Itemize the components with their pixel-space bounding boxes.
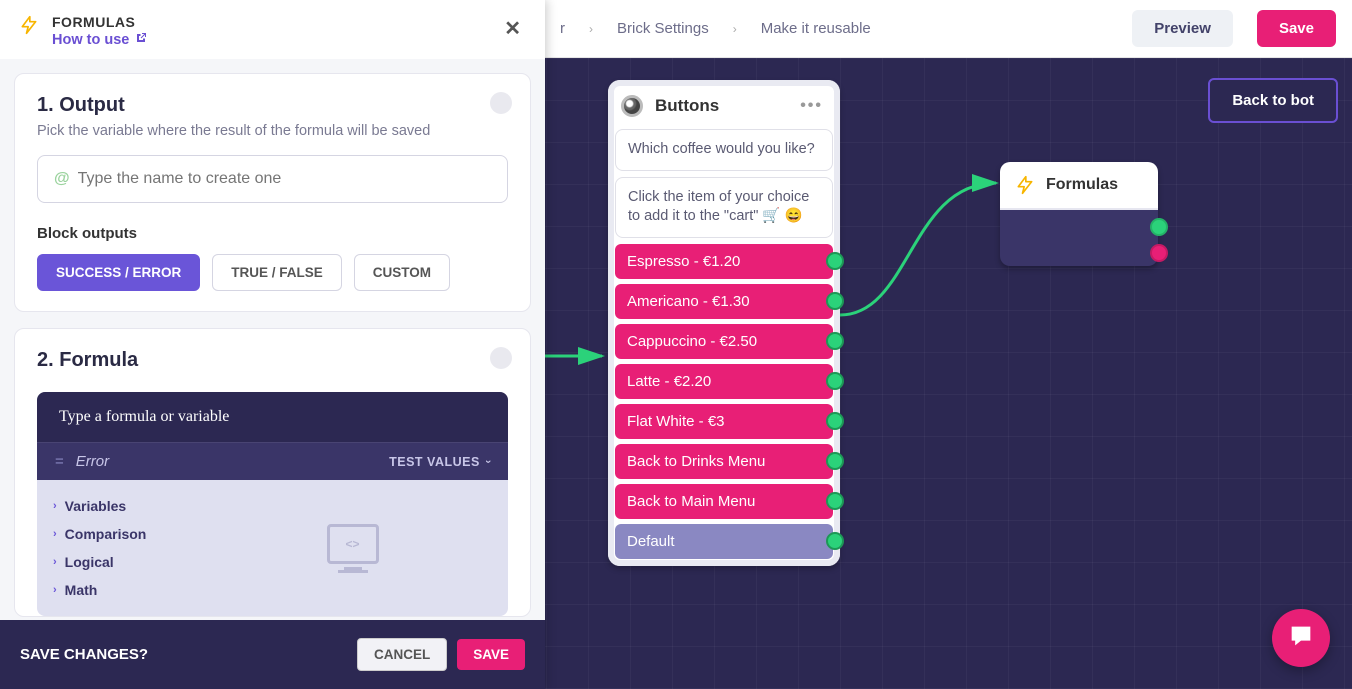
chat-fab[interactable]: [1272, 609, 1330, 667]
formula-category[interactable]: ›Comparison: [43, 520, 191, 548]
pill-success-error[interactable]: SUCCESS / ERROR: [37, 254, 200, 291]
chevron-right-icon: ›: [53, 500, 57, 512]
save-button[interactable]: Save: [1257, 10, 1336, 47]
node-title: Buttons: [655, 96, 788, 116]
section-heading: 1. Output: [37, 94, 508, 117]
output-port[interactable]: [826, 532, 844, 550]
formula-status: Error: [76, 453, 389, 470]
close-icon[interactable]: ✕: [498, 14, 527, 43]
option-button[interactable]: Americano - €1.30: [615, 284, 833, 319]
output-port-success[interactable]: [1150, 218, 1168, 236]
preview-button[interactable]: Preview: [1132, 10, 1233, 47]
block-outputs-label: Block outputs: [37, 225, 508, 242]
lightning-icon: [18, 14, 40, 36]
at-icon: @: [54, 170, 70, 188]
option-button[interactable]: Latte - €2.20: [615, 364, 833, 399]
save-button[interactable]: SAVE: [457, 639, 525, 670]
chat-icon: [1287, 622, 1315, 655]
pill-custom[interactable]: CUSTOM: [354, 254, 450, 291]
formula-category-list: ›Variables ›Comparison ›Logical ›Math: [37, 480, 197, 616]
variable-input[interactable]: @: [37, 155, 508, 203]
formula-category[interactable]: ›Logical: [43, 548, 191, 576]
output-port[interactable]: [826, 412, 844, 430]
check-circle-icon: [490, 347, 512, 369]
chevron-right-icon: ›: [53, 528, 57, 540]
output-port[interactable]: [826, 372, 844, 390]
node-buttons[interactable]: Buttons ••• Which coffee would you like?…: [608, 80, 840, 566]
pill-true-false[interactable]: TRUE / FALSE: [212, 254, 342, 291]
panel-footer: SAVE CHANGES? CANCEL SAVE: [0, 620, 545, 689]
option-button[interactable]: Espresso - €1.20: [615, 244, 833, 279]
node-formulas[interactable]: Formulas: [1000, 162, 1158, 266]
output-port[interactable]: [826, 492, 844, 510]
chevron-right-icon: ›: [53, 556, 57, 568]
output-card: 1. Output Pick the variable where the re…: [14, 73, 531, 312]
avatar-icon: [621, 95, 643, 117]
test-values-toggle[interactable]: TEST VALUES ›: [389, 455, 490, 469]
message-bubble: Which coffee would you like?: [615, 129, 833, 171]
formula-hint[interactable]: Type a formula or variable: [37, 392, 508, 442]
output-port-error[interactable]: [1150, 244, 1168, 262]
how-to-use-link[interactable]: How to use: [52, 32, 147, 48]
more-icon[interactable]: •••: [800, 97, 823, 115]
breadcrumb-item[interactable]: Brick Settings: [617, 20, 709, 37]
option-button[interactable]: Back to Drinks Menu: [615, 444, 833, 479]
formula-editor: Type a formula or variable = Error TEST …: [37, 392, 508, 616]
save-changes-label: SAVE CHANGES?: [20, 646, 347, 663]
output-port[interactable]: [826, 452, 844, 470]
cancel-button[interactable]: CANCEL: [357, 638, 447, 671]
monitor-icon: <>: [327, 524, 379, 564]
breadcrumb-item[interactable]: r: [560, 20, 565, 37]
formula-card: 2. Formula Type a formula or variable = …: [14, 328, 531, 617]
external-link-icon: [135, 32, 147, 48]
formula-category[interactable]: ›Variables: [43, 492, 191, 520]
option-button[interactable]: Flat White - €3: [615, 404, 833, 439]
option-button[interactable]: Cappuccino - €2.50: [615, 324, 833, 359]
breadcrumb-item[interactable]: Make it reusable: [761, 20, 871, 37]
variable-name-field[interactable]: [78, 170, 491, 188]
chevron-right-icon: ›: [733, 22, 737, 36]
back-to-bot-button[interactable]: Back to bot: [1208, 78, 1338, 123]
section-heading: 2. Formula: [37, 349, 508, 372]
lightning-icon: [1014, 174, 1036, 196]
formula-category[interactable]: ›Math: [43, 576, 191, 604]
output-port[interactable]: [826, 332, 844, 350]
formula-preview: <>: [197, 480, 508, 616]
option-button[interactable]: Back to Main Menu: [615, 484, 833, 519]
option-default[interactable]: Default: [615, 524, 833, 559]
chevron-right-icon: ›: [589, 22, 593, 36]
equals-icon: =: [55, 453, 64, 470]
check-circle-icon: [490, 92, 512, 114]
side-panel: FORMULAS How to use ✕ 1. Output Pick the…: [0, 0, 545, 689]
node-title: Formulas: [1046, 176, 1118, 194]
section-subtext: Pick the variable where the result of th…: [37, 123, 508, 139]
output-port[interactable]: [826, 252, 844, 270]
chevron-right-icon: ›: [53, 584, 57, 596]
message-bubble: Click the item of your choice to add it …: [615, 177, 833, 238]
chevron-down-icon: ›: [482, 459, 494, 463]
panel-title: FORMULAS: [52, 14, 486, 30]
output-port[interactable]: [826, 292, 844, 310]
panel-header: FORMULAS How to use ✕: [0, 0, 545, 59]
